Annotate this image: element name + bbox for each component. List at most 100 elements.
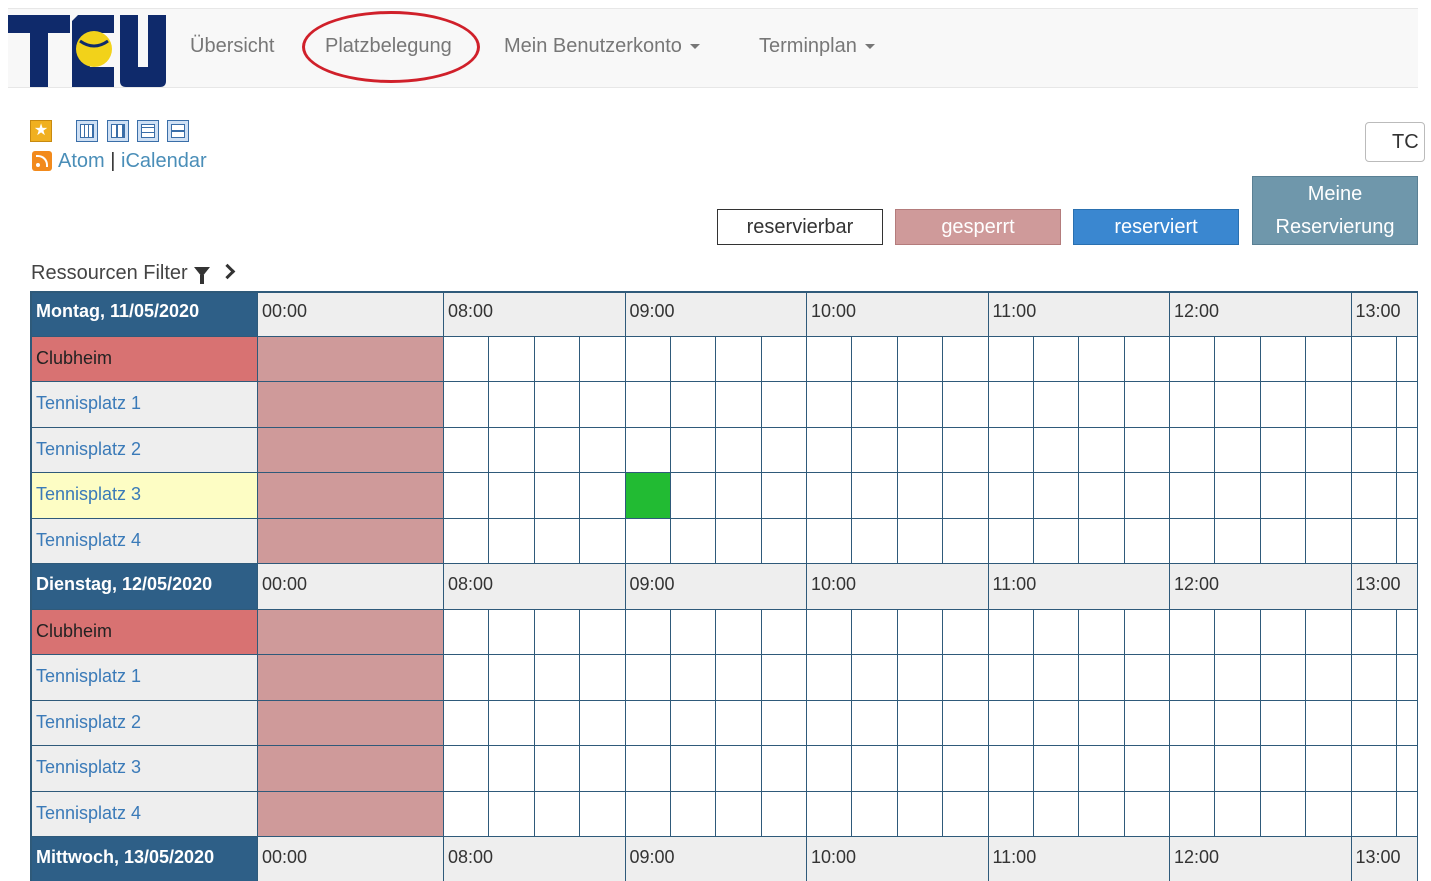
nav-uebersicht[interactable]: Übersicht: [190, 35, 274, 58]
time-slot[interactable]: [897, 655, 944, 701]
time-slot[interactable]: [807, 427, 853, 473]
time-slot[interactable]: [1306, 518, 1352, 564]
time-slot[interactable]: [807, 336, 853, 382]
resource-row-label[interactable]: Tennisplatz 3: [30, 473, 258, 519]
time-slot[interactable]: [625, 609, 671, 655]
time-slot[interactable]: [1260, 791, 1307, 837]
time-slot[interactable]: [444, 382, 490, 428]
time-slot[interactable]: [1396, 791, 1418, 837]
icalendar-link[interactable]: iCalendar: [121, 150, 207, 172]
time-slot[interactable]: [534, 700, 581, 746]
time-slot[interactable]: [988, 336, 1034, 382]
time-slot[interactable]: [1396, 746, 1418, 792]
time-slot[interactable]: [1351, 427, 1397, 473]
time-slot[interactable]: [489, 518, 535, 564]
time-slot[interactable]: [1033, 473, 1080, 519]
time-slot[interactable]: [897, 382, 944, 428]
time-slot[interactable]: [625, 336, 671, 382]
time-slot[interactable]: [761, 382, 807, 428]
time-slot[interactable]: [761, 609, 807, 655]
time-slot[interactable]: [1396, 427, 1418, 473]
resource-row-label[interactable]: Tennisplatz 4: [30, 791, 258, 837]
time-slot[interactable]: [852, 700, 898, 746]
time-slot[interactable]: [943, 791, 989, 837]
time-slot[interactable]: [988, 746, 1034, 792]
time-slot[interactable]: [580, 700, 626, 746]
time-slot[interactable]: [807, 518, 853, 564]
time-slot[interactable]: [1306, 609, 1352, 655]
time-slot[interactable]: [1306, 655, 1352, 701]
resource-row-label[interactable]: Tennisplatz 1: [30, 655, 258, 701]
time-slot[interactable]: [534, 427, 581, 473]
time-slot[interactable]: [1079, 427, 1125, 473]
time-slot[interactable]: [943, 518, 989, 564]
time-slot[interactable]: [625, 746, 671, 792]
time-slot[interactable]: [1260, 427, 1307, 473]
nav-mein-benutzerkonto[interactable]: Mein Benutzerkonto: [504, 35, 700, 58]
time-slot[interactable]: [534, 382, 581, 428]
time-slot[interactable]: [988, 700, 1034, 746]
time-slot[interactable]: [1215, 791, 1261, 837]
time-slot[interactable]: [1215, 609, 1261, 655]
time-slot[interactable]: [943, 382, 989, 428]
time-slot[interactable]: [1215, 382, 1261, 428]
time-slot[interactable]: [716, 518, 762, 564]
club-selector[interactable]: TC: [1365, 122, 1425, 162]
time-slot[interactable]: [852, 473, 898, 519]
time-slot[interactable]: [670, 382, 717, 428]
time-slot[interactable]: [716, 655, 762, 701]
time-slot[interactable]: [489, 655, 535, 701]
time-slot[interactable]: [988, 427, 1034, 473]
time-slot[interactable]: [897, 518, 944, 564]
time-slot[interactable]: [761, 518, 807, 564]
time-slot[interactable]: [1124, 791, 1170, 837]
time-slot[interactable]: [444, 791, 490, 837]
view-compact-icon[interactable]: [167, 120, 189, 142]
time-slot[interactable]: [807, 746, 853, 792]
time-slot[interactable]: [1215, 427, 1261, 473]
time-slot[interactable]: [534, 609, 581, 655]
time-slot[interactable]: [852, 791, 898, 837]
time-slot[interactable]: [444, 518, 490, 564]
time-slot[interactable]: [897, 609, 944, 655]
time-slot[interactable]: [897, 336, 944, 382]
time-slot[interactable]: [1124, 382, 1170, 428]
time-slot[interactable]: [580, 518, 626, 564]
time-slot[interactable]: [1306, 473, 1352, 519]
time-slot[interactable]: [1079, 655, 1125, 701]
time-slot[interactable]: [1124, 609, 1170, 655]
time-slot[interactable]: [489, 700, 535, 746]
time-slot[interactable]: [1260, 473, 1307, 519]
time-slot[interactable]: [670, 336, 717, 382]
time-slot[interactable]: [489, 609, 535, 655]
time-slot[interactable]: [580, 746, 626, 792]
resource-row-label[interactable]: Tennisplatz 3: [30, 746, 258, 792]
time-slot[interactable]: [943, 700, 989, 746]
time-slot[interactable]: [1033, 382, 1080, 428]
time-slot[interactable]: [670, 700, 717, 746]
time-slot[interactable]: [761, 746, 807, 792]
time-slot[interactable]: [716, 473, 762, 519]
time-slot[interactable]: [670, 655, 717, 701]
time-slot[interactable]: [943, 746, 989, 792]
time-slot[interactable]: [1351, 791, 1397, 837]
time-slot[interactable]: [761, 791, 807, 837]
time-slot[interactable]: [1396, 700, 1418, 746]
time-slot[interactable]: [988, 473, 1034, 519]
resource-row-label[interactable]: Tennisplatz 4: [30, 518, 258, 564]
time-slot[interactable]: [1351, 746, 1397, 792]
time-slot[interactable]: [580, 336, 626, 382]
time-slot[interactable]: [761, 655, 807, 701]
club-logo[interactable]: [8, 11, 168, 87]
time-slot[interactable]: [1124, 473, 1170, 519]
time-slot[interactable]: [988, 609, 1034, 655]
time-slot[interactable]: [1306, 427, 1352, 473]
time-slot[interactable]: [1033, 791, 1080, 837]
time-slot[interactable]: [580, 609, 626, 655]
time-slot[interactable]: [988, 791, 1034, 837]
time-slot[interactable]: [852, 518, 898, 564]
time-slot[interactable]: [489, 336, 535, 382]
time-slot[interactable]: [580, 427, 626, 473]
time-slot[interactable]: [1396, 609, 1418, 655]
time-slot[interactable]: [1351, 609, 1397, 655]
